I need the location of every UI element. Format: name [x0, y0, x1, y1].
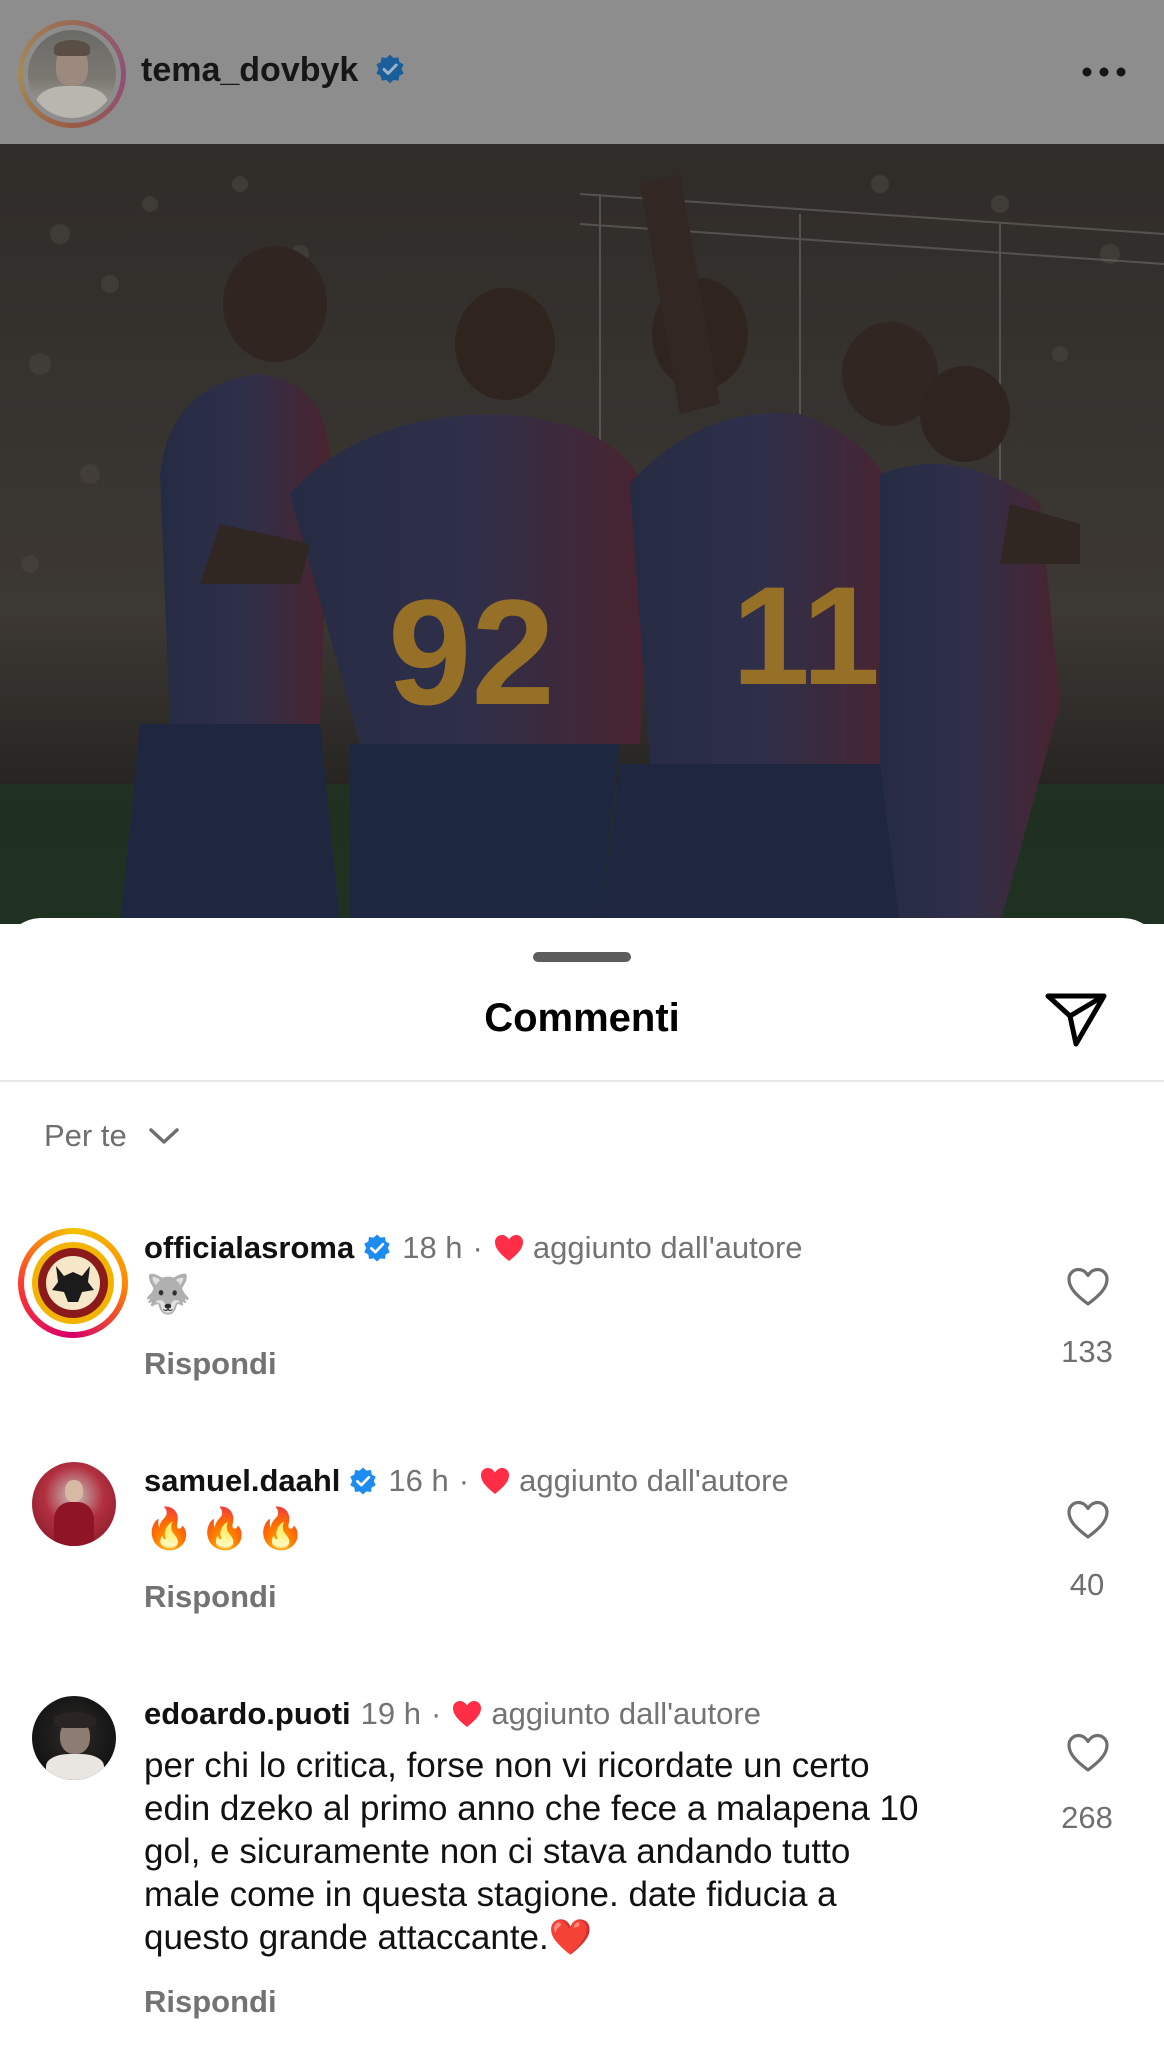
post-author[interactable]: tema_dovbyk: [141, 51, 406, 90]
heart-icon: [494, 1235, 523, 1261]
like-heart-outline-icon[interactable]: [1066, 1499, 1110, 1541]
reply-button[interactable]: Rispondi: [144, 1346, 277, 1382]
heart-icon: [453, 1701, 482, 1727]
like-count: 133: [1061, 1334, 1113, 1369]
comment-username[interactable]: samuel.daahl: [144, 1463, 340, 1499]
sort-label: Per te: [44, 1118, 127, 1153]
story-ring[interactable]: [18, 20, 126, 128]
author-liked-label: aggiunto dall'autore: [519, 1463, 789, 1498]
wolf-logo-icon: [52, 1266, 94, 1302]
comment-meta: edoardo.puoti 19 h · aggiunto dall'autor…: [144, 1696, 761, 1732]
verified-badge-icon: [364, 1234, 390, 1262]
post-header: tema_dovbyk: [0, 0, 1164, 144]
meta-separator: ·: [472, 1230, 483, 1265]
like-heart-outline-icon[interactable]: [1066, 1732, 1110, 1774]
sheet-divider: [0, 1080, 1164, 1082]
verified-badge-icon: [350, 1467, 377, 1495]
chevron-down-icon: [148, 1128, 179, 1144]
comment-meta: samuel.daahl 16 h · aggiunto dall'autore: [144, 1463, 789, 1499]
share-direct-icon[interactable]: [1044, 990, 1108, 1050]
author-liked-label: aggiunto dall'autore: [491, 1696, 761, 1731]
celebration-photo: 92 11: [0, 144, 1164, 924]
comment-text-line: edin dzeko al primo anno che fece a mala…: [144, 1789, 919, 1828]
more-options-icon[interactable]: [1080, 60, 1128, 84]
comment-time: 18 h: [402, 1230, 463, 1265]
comment-text-line: gol, e sicuramente non ci stava andando …: [144, 1832, 851, 1871]
heart-icon: [481, 1468, 510, 1494]
meta-separator: ·: [458, 1463, 470, 1498]
commenter-avatar[interactable]: [32, 1462, 116, 1546]
comment-time: 19 h: [360, 1696, 421, 1731]
sheet-title: Commenti: [484, 996, 680, 1040]
reply-button[interactable]: Rispondi: [144, 1984, 277, 2020]
meta-separator: ·: [431, 1696, 442, 1731]
like-count: 268: [1061, 1800, 1113, 1835]
comment-username[interactable]: edoardo.puoti: [144, 1696, 351, 1732]
sort-selector[interactable]: Per te: [44, 1116, 181, 1156]
comment-text-line: questo grande attaccante.❤️: [144, 1918, 593, 1957]
comment-text: 🔥🔥🔥: [144, 1507, 312, 1551]
commenter-avatar[interactable]: [18, 1228, 128, 1338]
commenter-avatar[interactable]: [32, 1696, 116, 1780]
verified-badge-icon: [376, 54, 404, 84]
comment-text: per chi lo critica, forse non vi ricorda…: [144, 1744, 1024, 1959]
post-photo[interactable]: 92 11: [0, 144, 1164, 924]
comment-meta: officialasroma 18 h · aggiunto dall'auto…: [144, 1230, 803, 1266]
profile-avatar[interactable]: [28, 30, 116, 118]
author-liked-label: aggiunto dall'autore: [532, 1230, 803, 1265]
comment-text-line: per chi lo critica, forse non vi ricorda…: [144, 1746, 870, 1785]
like-heart-outline-icon[interactable]: [1066, 1266, 1110, 1308]
comment-text: 🐺: [144, 1274, 192, 1316]
like-count: 40: [1069, 1567, 1105, 1602]
comment-time: 16 h: [388, 1463, 449, 1498]
sheet-grabber[interactable]: [533, 952, 631, 962]
reply-button[interactable]: Rispondi: [144, 1579, 277, 1615]
comment-text-line: male come in questa stagione. date fiduc…: [144, 1875, 837, 1914]
comment-username[interactable]: officialasroma: [144, 1230, 354, 1266]
post-username[interactable]: tema_dovbyk: [141, 51, 358, 89]
